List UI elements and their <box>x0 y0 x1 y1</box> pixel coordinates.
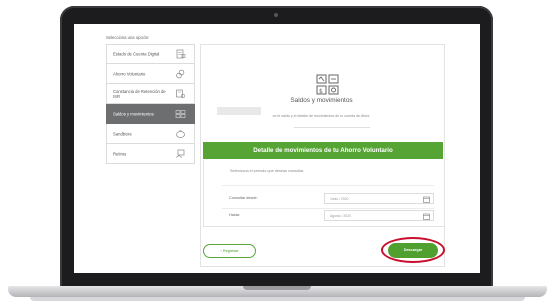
from-date-select[interactable]: Junio / 2020 <box>324 193 434 204</box>
sidebar-item-saldos-movimientos[interactable]: Saldos y movimientos <box>106 104 195 124</box>
period-hint: Selecciona el periodo que deseas consult… <box>230 169 305 173</box>
from-date-value: Junio / 2020 <box>330 197 349 201</box>
screen: Selecciona una opción: Estado de Cuenta … <box>74 24 480 273</box>
sidebar-item-label: Saldos y movimientos <box>113 111 154 116</box>
certificate-icon <box>176 89 186 98</box>
divider <box>222 208 434 209</box>
highlight-ring <box>381 237 445 263</box>
divider <box>222 185 434 186</box>
calendar-icon[interactable] <box>423 196 430 203</box>
sidebar-item-estado-de-cuenta[interactable]: Estado de Cuenta Digital <box>106 44 195 64</box>
balance-movements-icon: $ <box>316 74 339 95</box>
svg-text:$: $ <box>319 88 323 95</box>
balance-icon <box>175 109 186 118</box>
webcam-icon <box>274 13 278 17</box>
sidebar-menu: Estado de Cuenta Digital Ahorro Voluntar… <box>106 44 195 164</box>
sidebar-item-label: Constancia de Retención de ISR <box>113 88 166 99</box>
sidebar-item-label: Sandboxs <box>113 131 132 136</box>
sidebar-item-label: Estado de Cuenta Digital <box>113 51 160 57</box>
to-date-value: Agosto / 2020 <box>330 214 351 218</box>
back-button-label: ‹ Regresar <box>220 249 239 253</box>
from-label: Consultar desde: <box>229 196 258 200</box>
document-icon <box>176 49 186 59</box>
coins-icon <box>176 69 185 78</box>
sidebar-item-label: Ahorro Voluntario <box>113 71 146 76</box>
to-date-select[interactable]: Agosto / 2020 <box>324 210 434 221</box>
page-description: ce el saldo y el detalle de movimientos … <box>272 114 371 118</box>
section-title: Detalle de movimientos de tu Ahorro Volu… <box>253 147 393 154</box>
sidebar-item-constancia-isr[interactable]: Constancia de Retención de ISR <box>106 84 195 104</box>
withdrawal-icon <box>175 149 185 158</box>
laptop-shadow <box>30 297 525 301</box>
page-title: Saldos y movimientos <box>290 97 353 104</box>
sidebar-item-label: Retiros <box>113 151 127 156</box>
sidebar-heading: Selecciona una opción: <box>106 35 150 40</box>
to-label: Hasta: <box>229 213 240 217</box>
sidebar-item-sandboxs[interactable]: Sandboxs <box>106 124 195 144</box>
section-header: Detalle de movimientos de tu Ahorro Volu… <box>203 142 443 159</box>
sidebar-item-ahorro-voluntario[interactable]: Ahorro Voluntario <box>106 64 195 84</box>
back-button[interactable]: ‹ Regresar <box>203 244 256 258</box>
sidebar-item-retiros[interactable]: Retiros <box>106 144 195 164</box>
piggy-bank-icon <box>176 129 185 138</box>
calendar-icon[interactable] <box>423 213 430 220</box>
divider <box>294 127 370 128</box>
laptop-notch <box>243 286 311 290</box>
